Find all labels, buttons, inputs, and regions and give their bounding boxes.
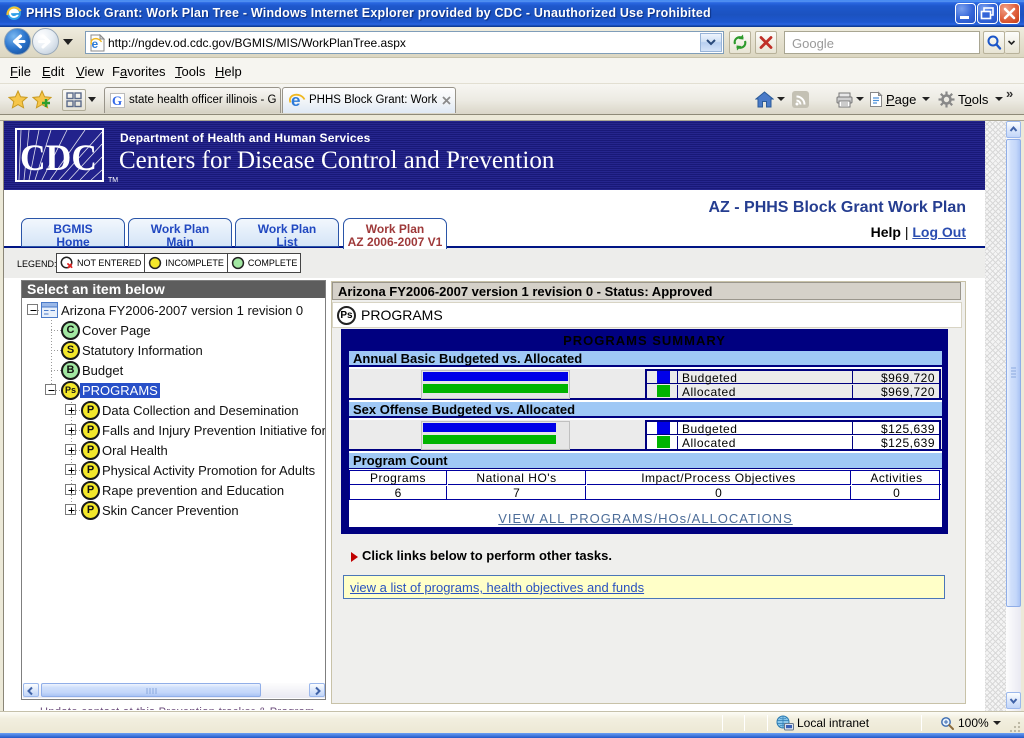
svg-text:CDC: CDC	[20, 138, 97, 179]
svg-text:G: G	[112, 93, 122, 108]
